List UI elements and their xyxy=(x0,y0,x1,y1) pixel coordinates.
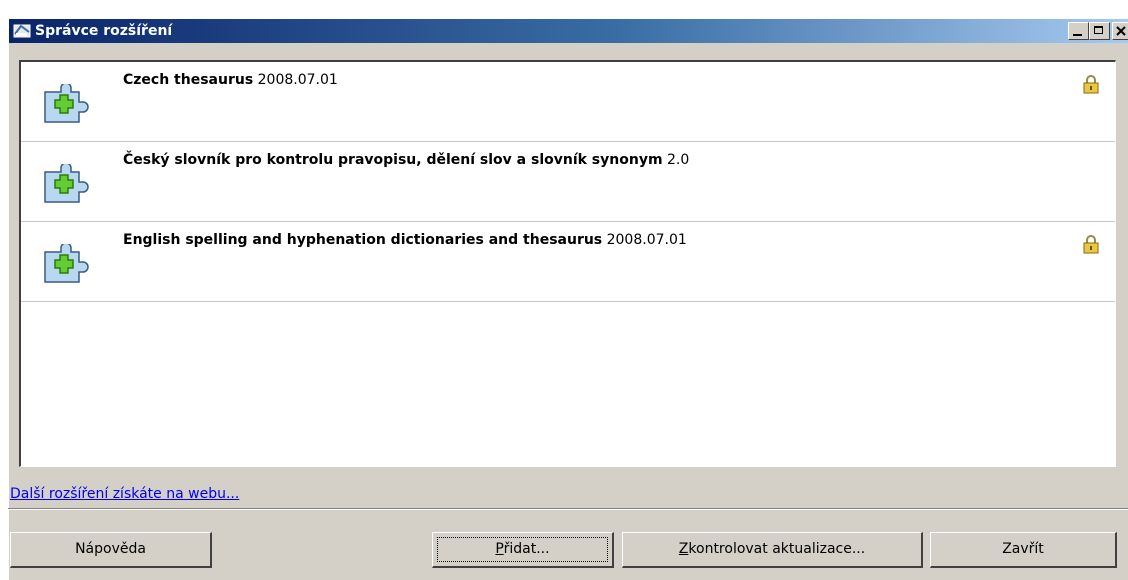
help-button[interactable]: Nápověda xyxy=(10,532,212,568)
extension-title: English spelling and hyphenation diction… xyxy=(123,232,687,248)
extension-name: Czech thesaurus xyxy=(123,72,254,88)
extensions-list[interactable]: Czech thesaurus 2008.07.01 Český slovník… xyxy=(19,60,1116,467)
lock-icon xyxy=(1082,74,1100,94)
extension-name: English spelling and hyphenation diction… xyxy=(123,232,603,248)
minimize-button[interactable] xyxy=(1068,22,1089,40)
title-bar[interactable]: Správce rozšíření xyxy=(9,19,1128,43)
window-title: Správce rozšíření xyxy=(35,23,173,39)
focus-rectangle xyxy=(437,537,608,562)
puzzle-plus-icon xyxy=(41,242,89,284)
separator xyxy=(8,508,1128,510)
close-button[interactable]: Zavřít xyxy=(930,532,1117,568)
extension-version: 2008.07.01 xyxy=(606,232,687,248)
check-updates-button[interactable]: Zkontrolovat aktualizace... xyxy=(622,532,923,568)
extension-item[interactable]: Český slovník pro kontrolu pravopisu, dě… xyxy=(21,142,1115,222)
puzzle-plus-icon xyxy=(41,162,89,204)
puzzle-plus-icon xyxy=(41,82,89,124)
add-button[interactable]: Přidat... xyxy=(432,532,614,568)
extension-title: Český slovník pro kontrolu pravopisu, dě… xyxy=(123,152,689,168)
lock-icon xyxy=(1082,234,1100,254)
close-window-button[interactable] xyxy=(1112,22,1128,40)
close-icon xyxy=(1116,26,1126,36)
extension-version: 2008.07.01 xyxy=(257,72,338,88)
check-updates-mnemonic: Z xyxy=(678,541,689,557)
extension-item[interactable]: Czech thesaurus 2008.07.01 xyxy=(21,62,1115,142)
extension-title: Czech thesaurus 2008.07.01 xyxy=(123,72,338,88)
extension-name: Český slovník pro kontrolu pravopisu, dě… xyxy=(123,152,663,168)
extension-item[interactable]: English spelling and hyphenation diction… xyxy=(21,222,1115,302)
get-more-extensions-link[interactable]: Další rozšíření získáte na webu... xyxy=(10,486,239,502)
maximize-button[interactable] xyxy=(1089,22,1110,40)
check-updates-label: kontrolovat aktualizace... xyxy=(688,541,866,557)
app-icon xyxy=(13,22,31,40)
extension-version: 2.0 xyxy=(667,152,690,168)
